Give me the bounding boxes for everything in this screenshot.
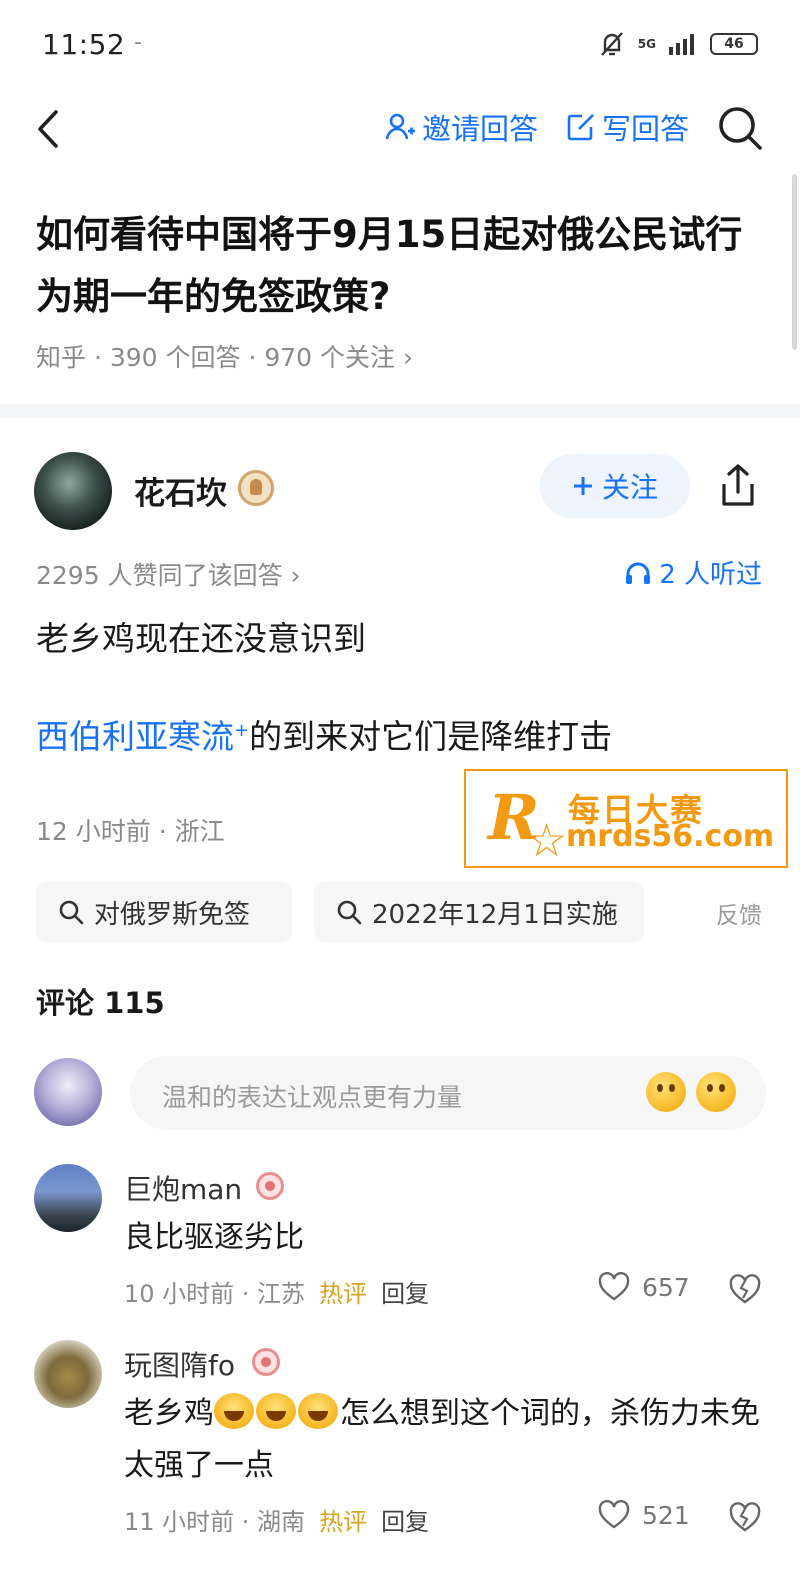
author-badge-icon	[238, 470, 274, 506]
feedback-link[interactable]: 反馈	[716, 896, 762, 930]
invite-answer-label: 邀请回答	[422, 112, 539, 146]
topic-link[interactable]: 西伯利亚寒流	[36, 717, 234, 756]
status-icons: 5G 46	[598, 30, 758, 58]
watermark-url: mrds56.com	[566, 819, 775, 854]
hot-comment-badge: 热评	[319, 1508, 368, 1536]
reply-button[interactable]: 回复	[381, 1502, 429, 1537]
network-label: 5G	[637, 37, 656, 51]
commenter-name[interactable]: 巨炮man	[124, 1168, 242, 1208]
comment-text-start: 老乡鸡	[124, 1396, 214, 1431]
signal-icon	[669, 34, 694, 55]
listen-count[interactable]: 2 人听过	[625, 554, 762, 591]
mute-bell-icon	[600, 32, 623, 56]
like-button[interactable]: 521	[598, 1500, 690, 1530]
watermark-logo: R ☆ 每日大赛 mrds56.com	[464, 769, 788, 868]
laugh-emoji-icon	[256, 1393, 296, 1429]
commenter-name[interactable]: 玩图隋fo	[124, 1344, 235, 1384]
commenter-avatar[interactable]	[34, 1164, 102, 1232]
search-tag[interactable]: 对俄罗斯免签	[36, 882, 292, 942]
share-icon[interactable]	[716, 462, 760, 510]
status-dash: -	[134, 30, 142, 55]
like-button[interactable]: 657	[598, 1272, 690, 1302]
reply-button[interactable]: 回复	[381, 1274, 429, 1309]
answer-meta: 12 小时前 · 浙江	[36, 817, 225, 846]
invite-user-icon	[385, 113, 415, 140]
comment-meta: 10 小时前 · 江苏 热评 回复	[124, 1274, 429, 1309]
comment-time-location: 10 小时前 · 江苏	[124, 1280, 306, 1308]
search-tag[interactable]: 2022年12月1日实施	[314, 882, 644, 942]
question-title[interactable]: 如何看待中国将于9月15日起对俄公民试行为期一年的免签政策?	[36, 204, 766, 328]
comment-text: 老乡鸡 怎么想到这个词的，杀伤力未免太强了一点	[124, 1388, 774, 1492]
write-answer-button[interactable]: 写回答	[566, 106, 689, 148]
star-icon: ☆	[526, 813, 568, 867]
comment-input-placeholder: 温和的表达让观点更有力量	[162, 1083, 463, 1112]
comments-header: 评论 115	[36, 986, 165, 1020]
comment-time-location: 11 小时前 · 湖南	[124, 1508, 306, 1536]
like-count: 657	[642, 1272, 690, 1302]
answer-paragraph-2: 西伯利亚寒流+的到来对它们是降维打击	[36, 710, 612, 758]
follow-label: 关注	[601, 471, 658, 504]
back-icon[interactable]	[30, 104, 70, 154]
commenter-avatar[interactable]	[34, 1340, 102, 1408]
answer-likes-line[interactable]: 2295 人赞同了该回答 ›	[36, 556, 301, 592]
headphones-icon	[626, 562, 651, 584]
top-nav: 邀请回答 写回答	[0, 90, 800, 170]
current-user-avatar	[34, 1058, 102, 1126]
comment-meta: 11 小时前 · 湖南 热评 回复	[124, 1502, 429, 1537]
dislike-icon[interactable]	[728, 1272, 762, 1306]
emoji-icon[interactable]	[646, 1072, 686, 1112]
comment-input[interactable]: 温和的表达让观点更有力量	[130, 1056, 766, 1130]
invite-answer-button[interactable]: 邀请回答	[384, 106, 538, 148]
status-bar: 11:52 - 5G 46	[0, 0, 800, 90]
question-meta[interactable]: 知乎 · 390 个回答 · 970 个关注 ›	[36, 338, 413, 374]
comment-text: 良比驱逐劣比	[124, 1220, 304, 1255]
plus-icon	[573, 477, 592, 495]
laugh-emoji-icon	[298, 1393, 338, 1429]
search-tag-label: 对俄罗斯免签	[94, 899, 251, 930]
search-tag-label: 2022年12月1日实施	[372, 899, 618, 930]
dislike-icon[interactable]	[728, 1500, 762, 1534]
watermark-emblem: R ☆	[482, 779, 567, 867]
battery-icon: 46	[710, 33, 758, 55]
edit-icon	[567, 114, 594, 141]
heart-icon	[598, 1272, 630, 1301]
follow-button[interactable]: 关注	[540, 454, 690, 518]
heart-icon	[598, 1500, 630, 1529]
user-badge-icon	[252, 1348, 280, 1376]
section-divider	[0, 404, 800, 418]
listen-label: 2 人听过	[659, 560, 762, 590]
status-time: 11:52	[42, 28, 126, 61]
search-icon[interactable]	[716, 104, 764, 152]
user-badge-icon	[256, 1172, 284, 1200]
like-count: 521	[642, 1500, 690, 1530]
write-answer-label: 写回答	[602, 112, 690, 146]
topic-link-plus: +	[234, 720, 250, 741]
emoji-icon[interactable]	[696, 1072, 736, 1112]
scrollbar[interactable]	[792, 174, 797, 350]
answer-paragraph-2-rest: 的到来对它们是降维打击	[249, 717, 613, 756]
hot-comment-badge: 热评	[319, 1280, 368, 1308]
search-icon	[59, 900, 84, 925]
author-avatar[interactable]	[34, 452, 112, 530]
answer-paragraph-1: 老乡鸡现在还没意识到	[36, 619, 366, 658]
search-icon	[337, 900, 362, 925]
laugh-emoji-icon	[214, 1393, 254, 1429]
author-name[interactable]: 花石坎	[134, 468, 227, 513]
